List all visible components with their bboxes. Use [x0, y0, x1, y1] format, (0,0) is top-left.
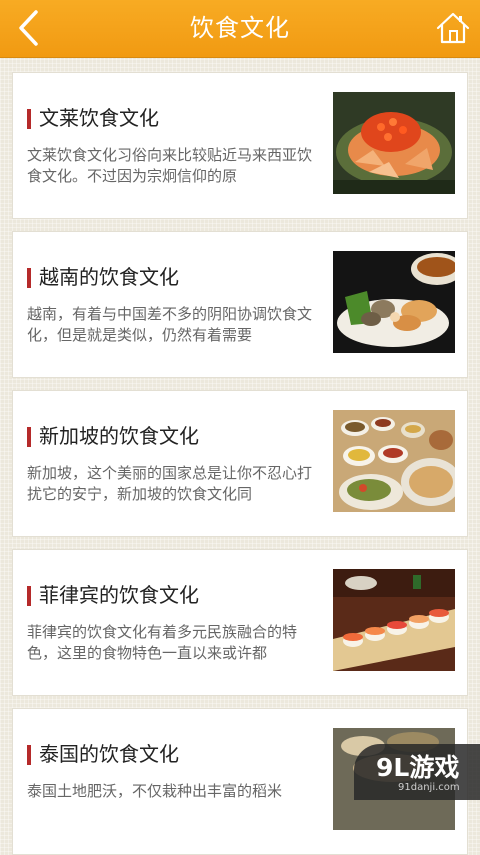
- article-description: 越南，有着与中国差不多的阴阳协调饮食文化，但是就是类似，仍然有着需要: [27, 305, 313, 344]
- home-button[interactable]: [436, 11, 470, 45]
- title-accent-bar: [27, 109, 31, 129]
- asian-dishes-spread-photo: [333, 410, 455, 512]
- home-icon: [436, 12, 470, 44]
- article-description: 文莱饮食文化习俗向来比较贴近马来西亚饮食文化。不过因为宗炯信仰的原: [27, 146, 313, 185]
- article-title: 泰国的饮食文化: [39, 742, 179, 766]
- article-thumbnail: [333, 569, 455, 671]
- article-card[interactable]: 越南的饮食文化 越南，有着与中国差不多的阴阳协调饮食文化，但是就是类似，仍然有着…: [12, 231, 468, 378]
- article-title: 新加坡的饮食文化: [39, 424, 199, 448]
- watermark-logo: 9L游戏: [376, 753, 460, 782]
- article-thumbnail: [333, 410, 455, 512]
- article-title: 越南的饮食文化: [39, 265, 179, 289]
- page-title: 饮食文化: [190, 14, 290, 42]
- article-description: 泰国土地肥沃，不仅栽种出丰富的稻米: [27, 782, 283, 800]
- article-description: 菲律宾的饮食文化有着多元民族融合的特色，这里的食物特色一直以来或许都: [27, 623, 298, 662]
- seafood-platter-photo: [333, 251, 455, 353]
- sushi-platter-photo: [333, 569, 455, 671]
- site-watermark: 9L游戏 91danji.com: [354, 744, 480, 800]
- title-accent-bar: [27, 586, 31, 606]
- article-card[interactable]: 文莱饮食文化 文莱饮食文化习俗向来比较贴近马来西亚饮食文化。不过因为宗炯信仰的原: [12, 72, 468, 219]
- article-thumbnail: [333, 251, 455, 353]
- salmon-roe-salad-photo: [333, 92, 455, 194]
- article-description: 新加坡，这个美丽的国家总是让你不忍心打扰它的安宁，新加坡的饮食文化同: [27, 464, 313, 503]
- article-card[interactable]: 菲律宾的饮食文化 菲律宾的饮食文化有着多元民族融合的特色，这里的食物特色一直以来…: [12, 549, 468, 696]
- title-accent-bar: [27, 427, 31, 447]
- article-title: 菲律宾的饮食文化: [39, 583, 199, 607]
- article-title: 文莱饮食文化: [39, 106, 159, 130]
- app-header: 饮食文化: [0, 0, 480, 58]
- title-accent-bar: [27, 268, 31, 288]
- article-card[interactable]: 新加坡的饮食文化 新加坡，这个美丽的国家总是让你不忍心打扰它的安宁，新加坡的饮食…: [12, 390, 468, 537]
- watermark-site: 91danji.com: [398, 782, 460, 793]
- title-accent-bar: [27, 745, 31, 765]
- article-thumbnail: [333, 92, 455, 194]
